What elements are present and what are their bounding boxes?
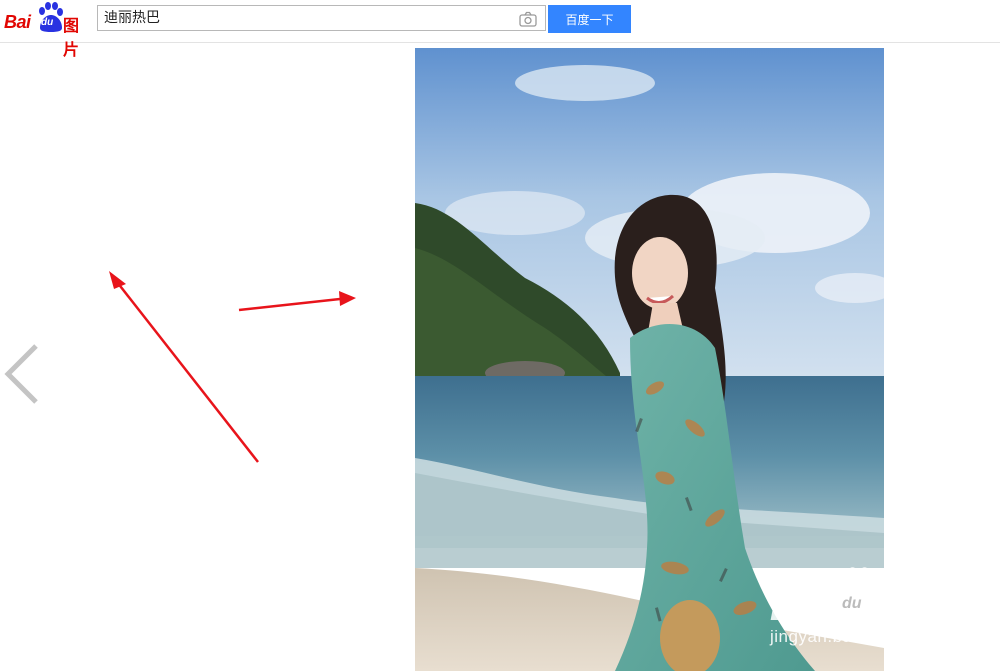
search-button[interactable]: 百度一下 [548, 5, 631, 33]
watermark-url: jingyan.baidu.com [770, 627, 916, 646]
top-search-bar: Bai du 图片 百度一下 [0, 0, 1000, 59]
logo-product-text: 图片 [63, 18, 80, 59]
watermark-brand-text: Bai [770, 587, 824, 628]
baidu-image-logo[interactable]: Bai du 图片 [4, 2, 94, 59]
search-input[interactable] [98, 6, 508, 30]
annotation-arrow-right [238, 291, 356, 312]
chevron-left-icon[interactable] [4, 343, 40, 405]
watermark-du-text: du [842, 595, 862, 612]
search-box [97, 5, 546, 31]
baidu-jingyan-watermark: Bai du 经验 jingyan.baidu.com [768, 565, 958, 650]
camera-icon[interactable] [519, 11, 537, 27]
annotation-arrow-up-left [109, 271, 259, 463]
logo-bai-text: Bai [4, 12, 31, 32]
watermark-jingyan-text: 经验 [894, 595, 947, 625]
logo-du-text: du [41, 17, 54, 28]
